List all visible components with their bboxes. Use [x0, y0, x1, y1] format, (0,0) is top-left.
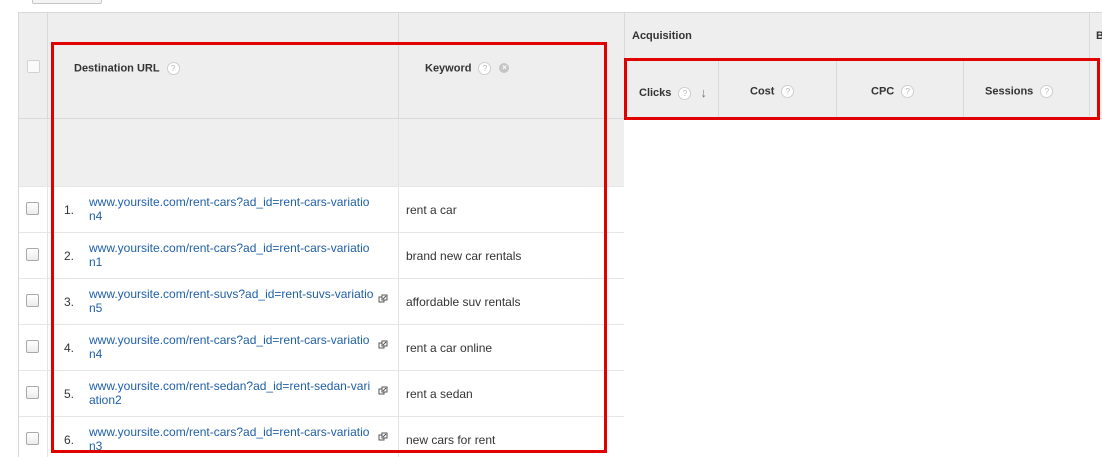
open-external-link-icon[interactable]: [378, 432, 388, 442]
destination-url-cell: 5. www.yoursite.com/rent-sedan?ad_id=ren…: [47, 371, 399, 416]
cpc-column-header[interactable]: CPC?: [836, 60, 964, 119]
cpc-header-text: CPC: [871, 85, 895, 98]
help-icon[interactable]: ?: [1040, 85, 1054, 98]
report-table: Destination URL? Keyword? × Acquisition B…: [18, 12, 1102, 457]
keyword-value: new cars for rent: [406, 433, 496, 447]
data-rows: 1. www.yoursite.com/rent-cars?ad_id=rent…: [19, 186, 624, 457]
row-checkbox[interactable]: [26, 202, 39, 215]
sessions-column-header[interactable]: Sessions?: [963, 60, 1090, 119]
destination-url-link[interactable]: www.yoursite.com/rent-sedan?ad_id=rent-s…: [89, 379, 376, 407]
acquisition-group-header: Acquisition: [632, 30, 692, 42]
table-row: 4. www.yoursite.com/rent-cars?ad_id=rent…: [19, 325, 624, 371]
destination-url-link[interactable]: www.yoursite.com/rent-cars?ad_id=rent-ca…: [89, 195, 376, 223]
keyword-cell: brand new car rentals: [398, 233, 624, 278]
clicks-column-header[interactable]: Clicks? ↓: [625, 60, 719, 119]
next-column-header-partial[interactable]: [1089, 60, 1102, 119]
row-checkbox-cell: [19, 417, 48, 457]
destination-url-cell: 1. www.yoursite.com/rent-cars?ad_id=rent…: [47, 187, 399, 232]
destination-url-link[interactable]: www.yoursite.com/rent-cars?ad_id=rent-ca…: [89, 425, 376, 453]
metric-column-headers: Clicks? ↓ Cost? CPC? Sessions?: [625, 59, 1102, 119]
table-row: 2. www.yoursite.com/rent-cars?ad_id=rent…: [19, 233, 624, 279]
row-checkbox[interactable]: [26, 340, 39, 353]
help-icon[interactable]: ?: [781, 85, 795, 98]
summary-checkbox-cell: [19, 119, 48, 186]
keyword-cell: new cars for rent: [398, 417, 624, 457]
help-icon[interactable]: ?: [678, 86, 692, 100]
sort-descending-icon[interactable]: ↓: [700, 85, 707, 100]
help-icon[interactable]: ?: [166, 62, 180, 75]
row-checkbox-cell: [19, 325, 48, 370]
left-table-header: Destination URL? Keyword? ×: [19, 13, 624, 119]
destination-url-header: Destination URL?: [47, 13, 399, 118]
row-checkbox[interactable]: [26, 432, 39, 445]
keyword-value: brand new car rentals: [406, 249, 522, 263]
keyword-header: Keyword? ×: [398, 13, 624, 118]
keyword-value: rent a sedan: [406, 387, 473, 401]
top-toolbar-button-partial[interactable]: [32, 0, 102, 4]
table-row: 1. www.yoursite.com/rent-cars?ad_id=rent…: [19, 186, 624, 233]
table-row: 6. www.yoursite.com/rent-cars?ad_id=rent…: [19, 417, 624, 457]
row-checkbox-cell: [19, 371, 48, 416]
keyword-value: rent a car online: [406, 341, 493, 355]
row-index: 5.: [64, 387, 75, 401]
destination-url-link[interactable]: www.yoursite.com/rent-suvs?ad_id=rent-su…: [89, 287, 376, 315]
keyword-header-text: Keyword: [425, 62, 472, 75]
cpc-header-label: CPC?: [871, 85, 915, 98]
cost-header-text: Cost: [750, 85, 775, 98]
open-external-link-icon[interactable]: [378, 386, 388, 396]
row-index: 3.: [64, 295, 75, 309]
row-checkbox[interactable]: [26, 248, 39, 261]
destination-url-cell: 4. www.yoursite.com/rent-cars?ad_id=rent…: [47, 325, 399, 370]
keyword-value: affordable suv rentals: [406, 295, 521, 309]
destination-url-cell: 3. www.yoursite.com/rent-suvs?ad_id=rent…: [47, 279, 399, 324]
clicks-header-label: Clicks? ↓: [639, 85, 707, 100]
sessions-header-text: Sessions: [985, 85, 1034, 98]
keyword-cell: rent a car online: [398, 325, 624, 370]
destination-url-link[interactable]: www.yoursite.com/rent-cars?ad_id=rent-ca…: [89, 241, 376, 269]
destination-url-cell: 6. www.yoursite.com/rent-cars?ad_id=rent…: [47, 417, 399, 457]
row-index: 6.: [64, 433, 75, 447]
keyword-cell: rent a sedan: [398, 371, 624, 416]
keyword-value: rent a car: [406, 203, 457, 217]
behavior-group-label-partial: Be: [1096, 30, 1102, 42]
table-row: 5. www.yoursite.com/rent-sedan?ad_id=ren…: [19, 371, 624, 417]
metric-header-area: Acquisition Be Clicks? ↓ Cost? CPC?: [624, 13, 1102, 119]
row-checkbox[interactable]: [26, 386, 39, 399]
summary-keyword-cell: [398, 119, 624, 186]
row-checkbox[interactable]: [26, 294, 39, 307]
behavior-group-header-partial: Be: [1089, 13, 1102, 59]
row-index: 1.: [64, 203, 75, 217]
destination-url-link[interactable]: www.yoursite.com/rent-cars?ad_id=rent-ca…: [89, 333, 376, 361]
summary-destination-cell: [47, 119, 399, 186]
select-all-checkbox[interactable]: [27, 60, 40, 73]
keyword-cell: affordable suv rentals: [398, 279, 624, 324]
remove-dimension-icon[interactable]: ×: [499, 63, 510, 74]
row-checkbox-cell: [19, 279, 48, 324]
clicks-header-text: Clicks: [639, 87, 672, 99]
keyword-header-label: Keyword? ×: [425, 62, 510, 75]
row-checkbox-cell: [19, 187, 48, 232]
destination-url-cell: 2. www.yoursite.com/rent-cars?ad_id=rent…: [47, 233, 399, 278]
metric-data-area-empty: [624, 119, 1102, 457]
help-icon[interactable]: ?: [901, 85, 915, 98]
open-external-link-icon[interactable]: [378, 294, 388, 304]
table-row: 3. www.yoursite.com/rent-suvs?ad_id=rent…: [19, 279, 624, 325]
cost-header-label: Cost?: [750, 85, 795, 98]
cost-column-header[interactable]: Cost?: [718, 60, 837, 119]
row-index: 2.: [64, 249, 75, 263]
sessions-header-label: Sessions?: [985, 85, 1054, 98]
help-icon[interactable]: ?: [478, 62, 492, 75]
analytics-report-page: Destination URL? Keyword? × Acquisition B…: [0, 0, 1102, 457]
row-index: 4.: [64, 341, 75, 355]
summary-row: [19, 119, 624, 187]
destination-url-header-label: Destination URL?: [74, 62, 180, 75]
keyword-cell: rent a car: [398, 187, 624, 232]
destination-url-header-text: Destination URL: [74, 62, 160, 75]
row-checkbox-cell: [19, 233, 48, 278]
header-checkbox-cell: [19, 13, 48, 118]
open-external-link-icon[interactable]: [378, 340, 388, 350]
